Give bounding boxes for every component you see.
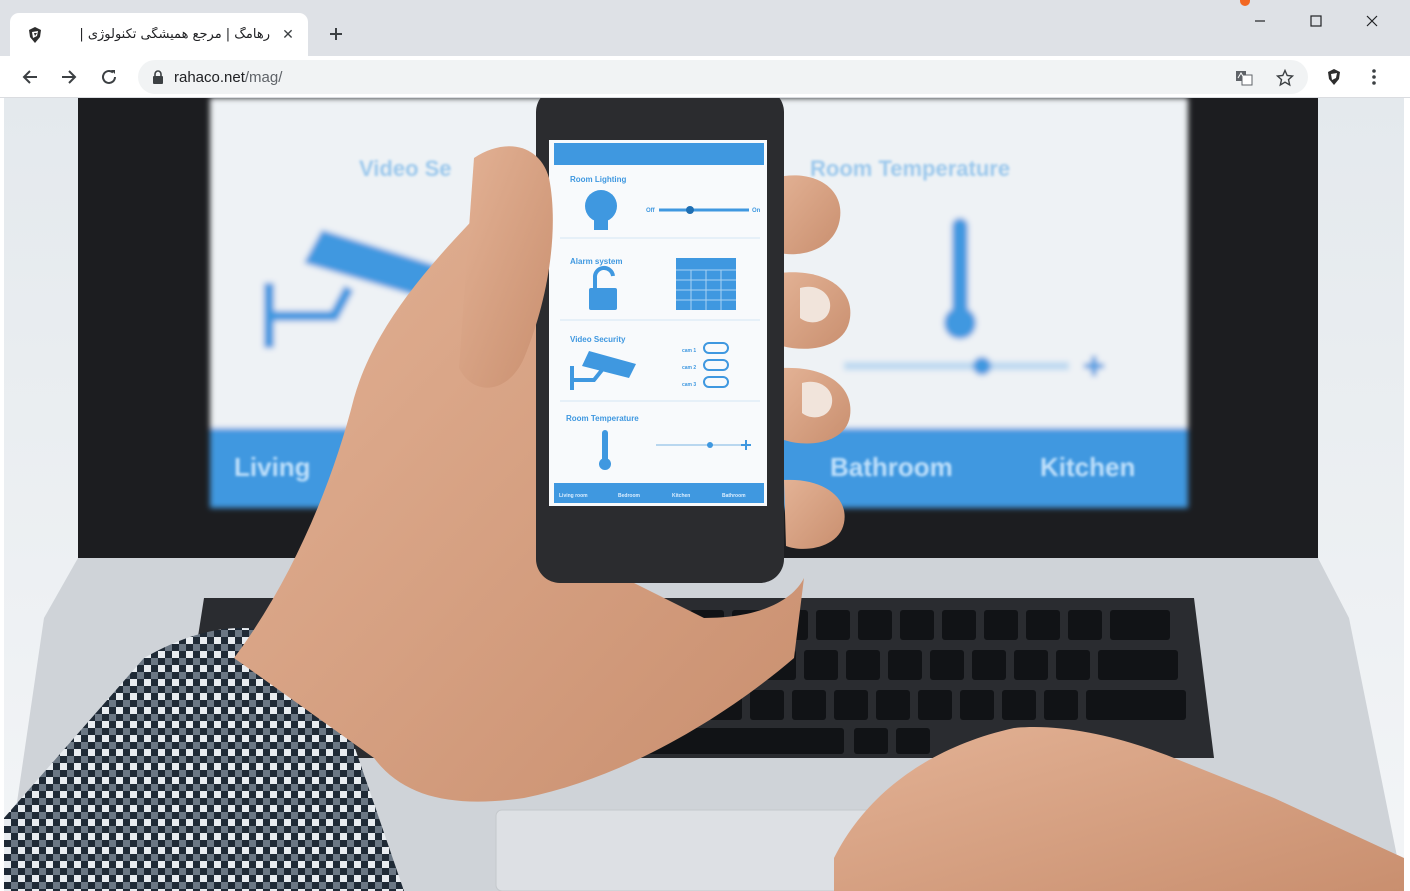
page-viewport: Video Se Room Temperature Living Bathroo… [4,98,1404,891]
reload-icon[interactable] [95,63,123,91]
unlock-icon [589,288,617,310]
phone-slider-on: On [752,208,761,214]
url-path: /mag/ [244,68,283,86]
close-icon[interactable] [1349,6,1395,36]
rahaco-logo-icon [29,26,41,43]
plus-icon[interactable] [322,20,350,48]
phone-section-title: Room Lighting [570,175,627,184]
laptop-tab-kitchen: Kitchen [1040,452,1135,482]
url-host: rahaco.net [174,68,245,86]
close-icon[interactable]: ✕ [278,25,298,45]
url-text: rahaco.net/mag/ [174,69,282,86]
kebab-menu-icon[interactable] [1360,63,1388,91]
phone-cam-toggle-label: cam 1 [682,348,696,354]
phone-cam-toggle-label: cam 3 [682,382,696,388]
lock-icon[interactable] [152,70,164,84]
title-bar: رهامگ | مرجع همیشگی تکنولوژی | ✕ [0,0,1410,56]
phone-section-title: Room Temperature [566,414,639,423]
phone-section-title: Alarm system [570,257,622,266]
phone-slider-off: Off [646,208,656,214]
keypad-icon [676,258,736,310]
phone-bottom-tab: Kitchen [672,493,690,499]
arrow-left-icon[interactable] [16,63,44,91]
browser-toolbar: rahaco.net/mag/ [0,56,1410,98]
tab-title: رهامگ | مرجع همیشگی تکنولوژی | [79,27,270,42]
minimize-icon[interactable] [1237,6,1283,36]
laptop-heading-right: Room Temperature [810,156,1010,181]
phone-bottom-tab: Living room [559,493,588,499]
rahaco-extension-icon[interactable] [1320,63,1348,91]
phone-cam-toggle-label: cam 2 [682,365,696,371]
maximize-icon[interactable] [1293,6,1339,36]
browser-tab[interactable]: رهامگ | مرجع همیشگی تکنولوژی | ✕ [10,13,308,56]
arrow-right-icon[interactable] [55,63,83,91]
star-icon[interactable] [1275,68,1295,88]
laptop-tab-living: Living [234,452,311,482]
laptop-heading-left: Video Se [359,156,452,181]
laptop-tab-bathroom: Bathroom [830,452,953,482]
phone-bottom-tab: Bathroom [722,493,746,499]
address-bar[interactable]: rahaco.net/mag/ [138,60,1308,94]
hero-photo: Video Se Room Temperature Living Bathroo… [4,98,1404,891]
phone-section-title: Video Security [570,335,626,344]
translate-icon[interactable] [1234,68,1254,88]
phone-bottom-tab: Bedroom [618,493,641,499]
lightbulb-icon [585,190,617,222]
